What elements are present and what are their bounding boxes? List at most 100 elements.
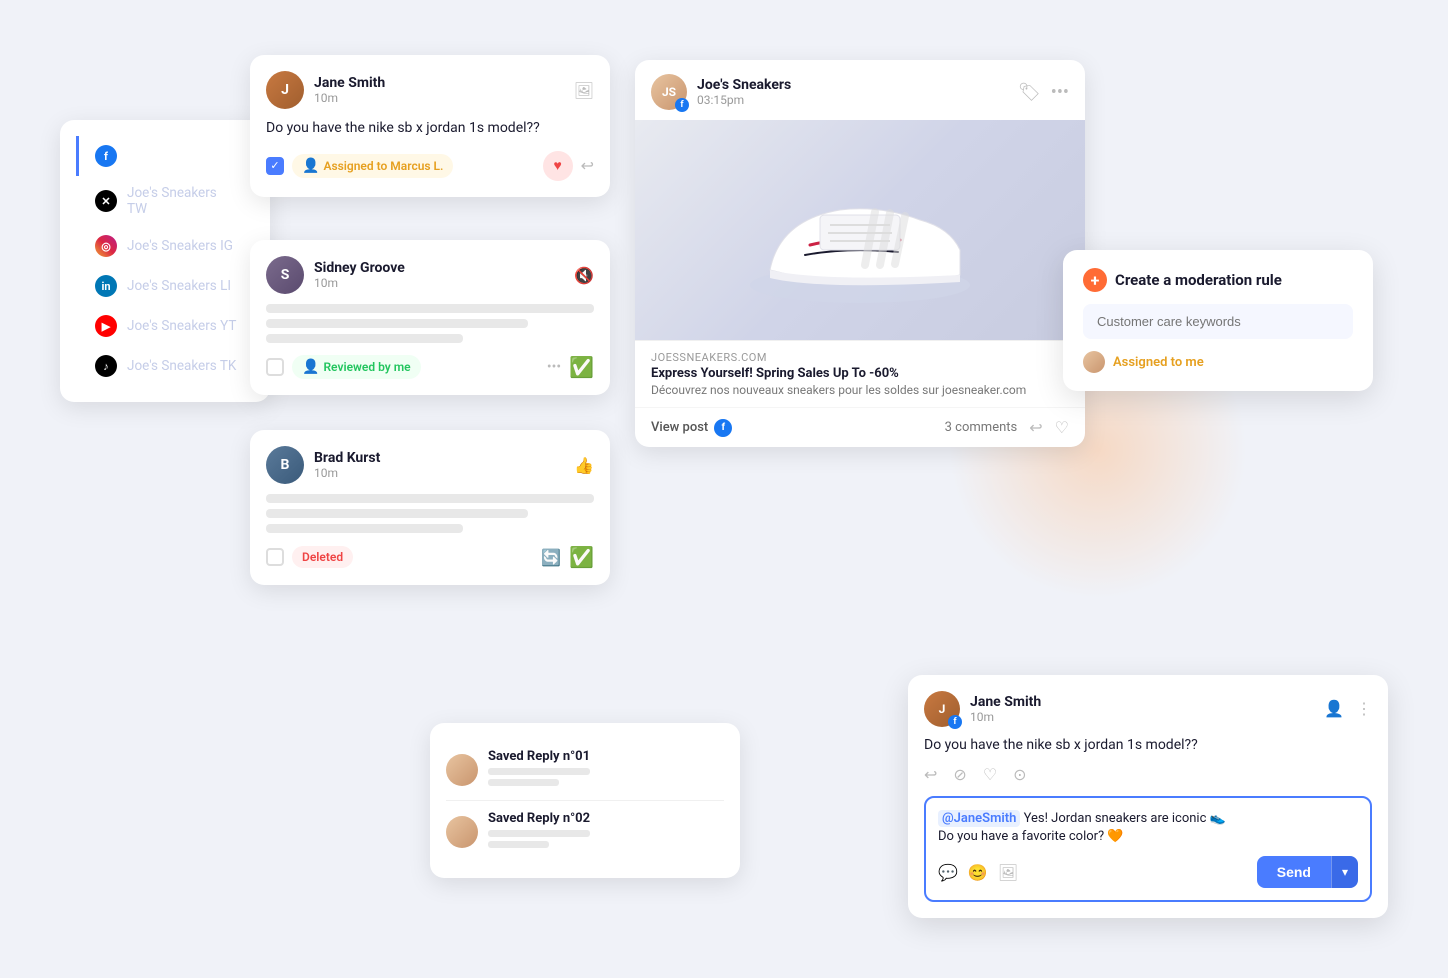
done-button-sidney[interactable]: ✅ — [569, 355, 594, 379]
check-icon[interactable]: ⊙ — [1013, 765, 1026, 784]
avatar-brad: B — [266, 446, 304, 484]
hide-icon[interactable]: ⊘ — [953, 765, 966, 784]
comment-card-sidney: S Sidney Groove 10m 🔇 👤 Reviewed by me •… — [250, 240, 610, 395]
user-icon[interactable]: 👤 — [1324, 699, 1344, 718]
dots-button-sidney[interactable]: ••• — [547, 359, 561, 375]
tk-icon: ♪ — [95, 355, 117, 377]
saved-reply-item-2[interactable]: Saved Reply n°02 — [446, 800, 724, 862]
sidebar-label-yt: Joe's Sneakers YT — [127, 318, 236, 334]
comment-time-sidney: 10m — [314, 276, 405, 290]
avatar-jane: J — [266, 71, 304, 109]
tw-icon: ✕ — [95, 190, 117, 212]
saved-reply-item-1[interactable]: Saved Reply n°01 — [446, 739, 724, 800]
post-header-actions: 🏷 ••• — [1018, 82, 1069, 103]
content-lines-brad — [266, 494, 594, 533]
reply-question: Do you have the nike sb x jordan 1s mode… — [924, 737, 1372, 753]
heart-icon[interactable]: ♡ — [983, 765, 997, 784]
compose-image-icon[interactable]: 🖼 — [998, 863, 1018, 882]
tag-icon[interactable]: 🏷 — [1018, 82, 1041, 103]
sidebar-item-ig[interactable]: ◎ Joe's Sneakers IG — [76, 226, 254, 266]
reply-compose-text: @JaneSmith Yes! Jordan sneakers are icon… — [938, 810, 1358, 846]
compose-template-icon[interactable]: 💬 — [938, 863, 958, 882]
sidebar-item-li[interactable]: in Joe's Sneakers LI — [76, 266, 254, 306]
reply-compose-box: @JaneSmith Yes! Jordan sneakers are icon… — [924, 796, 1372, 902]
sidebar-item-yt[interactable]: ▶ Joe's Sneakers YT — [76, 306, 254, 346]
more-icon[interactable]: ••• — [1051, 82, 1069, 103]
commenter-name-jane: Jane Smith — [314, 75, 385, 91]
sidebar-item-tk[interactable]: ♪ Joe's Sneakers TK — [76, 346, 254, 386]
moderation-card: + Create a moderation rule Assigned to m… — [1063, 250, 1373, 391]
sidebar-label-ig: Joe's Sneakers IG — [127, 238, 233, 254]
deleted-tag-brad: Deleted — [292, 546, 353, 568]
yt-icon: ▶ — [95, 315, 117, 337]
saved-reply-avatar-2 — [446, 816, 478, 848]
post-link-desc: Découvrez nos nouveaux sneakers pour les… — [651, 383, 1069, 397]
sneaker-svg — [720, 140, 1000, 320]
moderation-keyword-input[interactable] — [1083, 304, 1353, 339]
more-dots-icon[interactable]: ⋮ — [1356, 699, 1372, 718]
ig-icon: ◎ — [95, 235, 117, 257]
comment-card-jane: J Jane Smith 10m 🖼 Do you have the nike … — [250, 55, 610, 197]
assigned-tag-jane: 👤 Assigned to Marcus L. — [292, 154, 453, 178]
refresh-button-brad[interactable]: 🔄 — [541, 548, 561, 567]
saved-reply-name-2: Saved Reply n°02 — [488, 811, 590, 826]
sidebar-item-fb[interactable]: f Joe's Sneakers FB — [76, 136, 254, 176]
compose-emoji-icon[interactable]: 😊 — [968, 863, 988, 882]
like-icon: 👍 — [574, 456, 594, 475]
moderation-title: + Create a moderation rule — [1083, 268, 1353, 292]
reply-avatar: J f — [924, 691, 960, 727]
checkbox-jane[interactable]: ✓ — [266, 157, 284, 175]
image-icon: 🖼 — [574, 81, 594, 100]
reply-fb-badge: f — [948, 715, 962, 729]
post-time: 03:15pm — [697, 93, 791, 107]
assigned-avatar — [1083, 351, 1105, 373]
send-button[interactable]: Send — [1257, 856, 1331, 888]
comments-count: 3 comments — [945, 420, 1018, 435]
sidebar-label-tw: Joe's Sneakers TW — [127, 185, 238, 217]
post-image — [635, 120, 1085, 340]
post-link-preview: JOESSNEAKERS.COM Express Yourself! Sprin… — [635, 340, 1085, 407]
view-post-fb-icon: f — [714, 419, 732, 437]
li-icon: in — [95, 275, 117, 297]
commenter-name-brad: Brad Kurst — [314, 450, 380, 466]
sidebar-label-tk: Joe's Sneakers TK — [127, 358, 236, 374]
reply-icon[interactable]: ↩ — [924, 765, 937, 784]
post-avatar: JS f — [651, 74, 687, 110]
avatar-sidney: S — [266, 256, 304, 294]
mention-tag: @JaneSmith — [938, 810, 1020, 827]
sidebar-card: f Joe's Sneakers FB ✕ Joe's Sneakers TW … — [60, 120, 270, 402]
comment-time-brad: 10m — [314, 466, 380, 480]
reply-header-icons: 👤 ⋮ — [1324, 699, 1372, 718]
post-card: JS f Joe's Sneakers 03:15pm 🏷 ••• — [635, 60, 1085, 447]
post-link-domain: JOESSNEAKERS.COM — [651, 351, 1069, 364]
reply-composer-card: J f Jane Smith 10m 👤 ⋮ Do you have the n… — [908, 675, 1388, 918]
saved-reply-avatar-1 — [446, 754, 478, 786]
saved-reply-name-1: Saved Reply n°01 — [488, 749, 590, 764]
compose-icons: 💬 😊 🖼 — [938, 863, 1018, 882]
content-lines-sidney — [266, 304, 594, 343]
sidebar-label-li: Joe's Sneakers LI — [127, 278, 231, 294]
reply-time: 10m — [970, 710, 1041, 724]
comment-time-jane: 10m — [314, 91, 385, 105]
reply-action-icons: ↩ ⊘ ♡ ⊙ — [924, 765, 1372, 784]
plus-icon: + — [1083, 268, 1107, 292]
share-icon[interactable]: ↩ — [1029, 418, 1042, 437]
moderation-assigned: Assigned to me — [1083, 351, 1353, 373]
post-account-name: Joe's Sneakers — [697, 77, 791, 93]
view-post-label: View post — [651, 420, 708, 435]
reviewed-tag-sidney: 👤 Reviewed by me — [292, 355, 421, 379]
view-post-button[interactable]: View post f — [651, 419, 732, 437]
commenter-name-sidney: Sidney Groove — [314, 260, 405, 276]
reply-button-jane[interactable]: ↩ — [581, 156, 594, 175]
reply-commenter-name: Jane Smith — [970, 694, 1041, 710]
checkbox-sidney[interactable] — [266, 358, 284, 376]
send-dropdown-button[interactable]: ▾ — [1331, 856, 1358, 888]
checkbox-brad[interactable] — [266, 548, 284, 566]
done-button-brad[interactable]: ✅ — [569, 545, 594, 569]
sound-icon: 🔇 — [574, 266, 594, 285]
heart-button-jane[interactable]: ♥ — [543, 151, 573, 181]
like-icon-post[interactable]: ♡ — [1055, 418, 1069, 437]
sidebar-item-tw[interactable]: ✕ Joe's Sneakers TW — [76, 176, 254, 226]
comment-card-brad: B Brad Kurst 10m 👍 Deleted 🔄 ✅ — [250, 430, 610, 585]
fb-icon: f — [95, 145, 117, 167]
